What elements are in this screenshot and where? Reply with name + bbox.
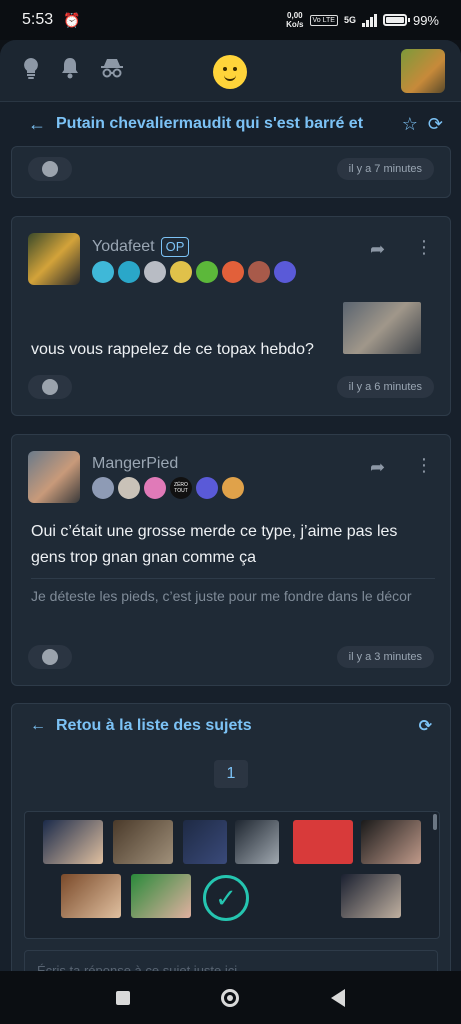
star-icon[interactable]: ☆ bbox=[402, 114, 418, 135]
post-card: Yodafeet OP ➦ ⋮ vous vous rappelez de ce … bbox=[11, 216, 451, 416]
reaction-button[interactable] bbox=[28, 157, 72, 181]
incognito-icon[interactable] bbox=[100, 57, 124, 85]
moon-badge-icon[interactable] bbox=[274, 261, 296, 283]
post-time: il y a 6 minutes bbox=[336, 376, 434, 398]
moon-badge-icon[interactable] bbox=[196, 477, 218, 499]
net-speed: 0,00 Ko/s bbox=[286, 11, 304, 29]
page-button[interactable]: 1 bbox=[214, 760, 248, 788]
post-image[interactable] bbox=[343, 302, 421, 354]
system-nav-bar bbox=[0, 971, 461, 1024]
beer-badge-icon[interactable] bbox=[196, 261, 218, 283]
refresh-icon[interactable]: ⟳ bbox=[428, 114, 443, 135]
sticker[interactable] bbox=[131, 874, 191, 918]
sticker-picker: ✓ bbox=[24, 811, 440, 939]
battery-level: 99% bbox=[412, 12, 439, 28]
refresh-icon[interactable]: ⟳ bbox=[419, 716, 432, 736]
top-bar bbox=[0, 40, 461, 102]
post-signature: Je déteste les pieds, c’est juste pour m… bbox=[31, 588, 412, 604]
post-username[interactable]: Yodafeet OP bbox=[92, 237, 190, 257]
back-arrow-icon[interactable]: ← bbox=[28, 114, 46, 135]
back-icon[interactable] bbox=[331, 988, 346, 1007]
sticker[interactable] bbox=[235, 820, 279, 864]
smiley-icon bbox=[42, 649, 58, 665]
reply-panel: ← Retou à la liste des sujets ⟳ 1 ✓ Écri… bbox=[11, 703, 451, 1003]
smiley-icon bbox=[42, 161, 58, 177]
post-card: il y a 7 minutes bbox=[11, 146, 451, 198]
thread-header: ← Putain chevaliermaudit qui s'est barré… bbox=[0, 102, 461, 146]
sticker[interactable] bbox=[361, 820, 421, 864]
post-time: il y a 7 minutes bbox=[336, 158, 434, 180]
sticker[interactable] bbox=[113, 820, 173, 864]
post-text: Oui c’était une grosse merde ce type, j’… bbox=[31, 523, 398, 566]
sticker[interactable] bbox=[341, 874, 401, 918]
bell-icon[interactable] bbox=[60, 57, 80, 85]
sticker[interactable] bbox=[293, 820, 353, 864]
status-bar: 5:53 ⏰ 0,00 Ko/s Vo LTE 5G 99% bbox=[0, 0, 461, 40]
status-time: 5:53 bbox=[22, 11, 54, 28]
post-text: vous vous rappelez de ce topax hebdo? bbox=[31, 341, 314, 358]
sunburst-badge-icon[interactable] bbox=[248, 261, 270, 283]
sticker-scrollbar[interactable] bbox=[433, 814, 437, 830]
share-icon[interactable]: ➦ bbox=[370, 239, 385, 260]
share-icon[interactable]: ➦ bbox=[370, 457, 385, 478]
battery-icon bbox=[382, 14, 410, 26]
back-arrow-icon[interactable]: ← bbox=[30, 717, 46, 735]
back-to-list-link[interactable]: Retou à la liste des sujets bbox=[56, 717, 252, 735]
user-badges: ZÉRO TOUT bbox=[92, 477, 244, 499]
thread-title: Putain chevaliermaudit qui s'est barré e… bbox=[56, 115, 364, 132]
star-badge-icon[interactable] bbox=[92, 477, 114, 499]
lightbulb-icon[interactable] bbox=[22, 57, 40, 85]
more-options-icon[interactable]: ⋮ bbox=[415, 237, 433, 258]
user-badges bbox=[92, 261, 296, 283]
volte-tag: Vo LTE bbox=[309, 14, 338, 26]
alarm-icon: ⏰ bbox=[63, 11, 81, 28]
reaction-button[interactable] bbox=[28, 645, 72, 669]
more-options-icon[interactable]: ⋮ bbox=[415, 455, 433, 476]
post-time: il y a 3 minutes bbox=[336, 646, 434, 668]
home-icon[interactable] bbox=[221, 988, 240, 1007]
person-badge-icon[interactable] bbox=[118, 477, 140, 499]
stars-badge-icon[interactable] bbox=[92, 261, 114, 283]
glasses-badge-icon[interactable] bbox=[222, 261, 244, 283]
signal-icon bbox=[361, 13, 377, 27]
recents-icon[interactable] bbox=[115, 990, 130, 1005]
sticker[interactable] bbox=[183, 820, 227, 864]
reaction-button[interactable] bbox=[28, 375, 72, 399]
baby-badge-icon[interactable] bbox=[144, 477, 166, 499]
signature-divider bbox=[31, 578, 435, 579]
check-icon[interactable]: ✓ bbox=[203, 875, 249, 921]
palette-badge-icon[interactable] bbox=[222, 477, 244, 499]
face-badge-icon[interactable] bbox=[170, 261, 192, 283]
sticker[interactable] bbox=[43, 820, 103, 864]
smiley-logo-icon[interactable] bbox=[213, 55, 247, 89]
person-badge-icon[interactable] bbox=[144, 261, 166, 283]
post-avatar[interactable] bbox=[28, 233, 80, 285]
dollar-badge-icon[interactable] bbox=[118, 261, 140, 283]
post-avatar[interactable] bbox=[28, 451, 80, 503]
zero-tout-badge-icon[interactable]: ZÉRO TOUT bbox=[170, 477, 192, 499]
post-card: MangerPied ZÉRO TOUT ➦ ⋮ Oui c’était une… bbox=[11, 434, 451, 686]
user-avatar[interactable] bbox=[401, 48, 445, 93]
sticker[interactable] bbox=[61, 874, 121, 918]
op-badge: OP bbox=[160, 237, 190, 257]
smiley-icon bbox=[42, 379, 58, 395]
post-username[interactable]: MangerPied bbox=[92, 455, 178, 473]
network-type: 5G bbox=[343, 15, 356, 25]
